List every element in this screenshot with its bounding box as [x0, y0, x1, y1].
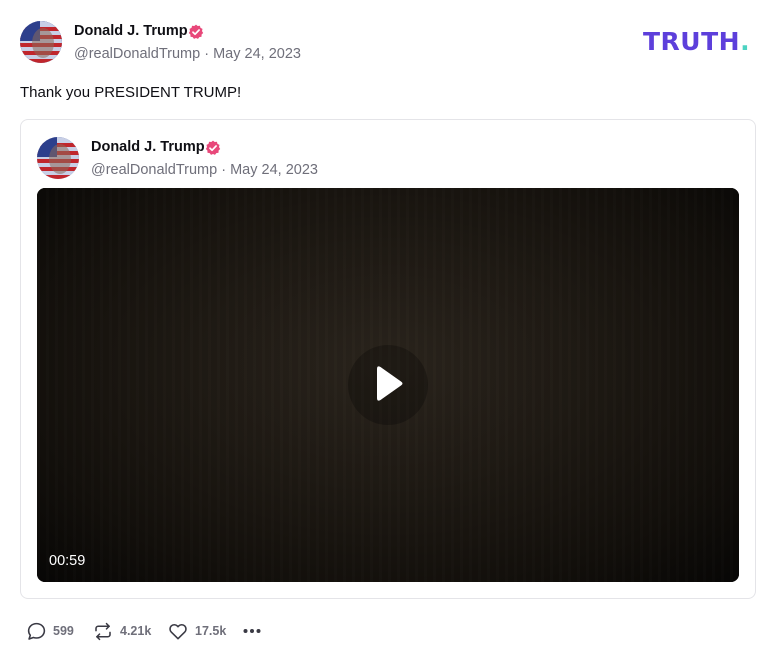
video-duration: 00:59	[49, 553, 86, 569]
play-button[interactable]	[348, 345, 428, 425]
reply-button[interactable]: 599	[26, 616, 74, 646]
reply-count: 599	[53, 624, 74, 638]
truth-social-post: Donald J. Trump @realDonaldTrump · May 2…	[0, 0, 777, 661]
quoted-post-card[interactable]: Donald J. Trump @realDonaldTrump · May 2…	[20, 119, 756, 599]
quoted-author-avatar[interactable]	[37, 137, 79, 179]
author-handle-date: @realDonaldTrump · May 24, 2023	[74, 46, 301, 62]
logo-text: TRUTH	[643, 27, 741, 56]
repost-arrows-icon	[95, 622, 111, 640]
avatar-image	[20, 21, 62, 63]
avatar-image	[37, 137, 79, 179]
retruth-count: 4.21k	[120, 624, 152, 638]
post-action-bar: 599 4.21k 17.5k	[0, 616, 777, 646]
video-player[interactable]: 00:59	[37, 188, 739, 582]
author-name[interactable]: Donald J. Trump	[74, 23, 188, 39]
quoted-author-name[interactable]: Donald J. Trump	[91, 139, 205, 155]
ellipsis-icon	[243, 629, 261, 633]
like-count: 17.5k	[195, 624, 227, 638]
retruth-button[interactable]: 4.21k	[92, 616, 151, 646]
like-button[interactable]: 17.5k	[167, 616, 226, 646]
verified-badge-icon	[188, 24, 204, 40]
author-avatar[interactable]	[20, 21, 62, 63]
speech-bubble-icon	[27, 622, 46, 640]
more-options-button[interactable]	[242, 616, 262, 646]
quoted-author-handle-date: @realDonaldTrump · May 24, 2023	[91, 162, 318, 178]
play-icon	[377, 366, 403, 401]
truth-social-logo[interactable]: TRUTH.	[643, 27, 750, 57]
verified-badge-icon	[205, 140, 221, 156]
post-text: Thank you PRESIDENT TRUMP!	[20, 84, 242, 101]
heart-icon	[169, 623, 187, 639]
logo-dot: .	[740, 27, 751, 56]
